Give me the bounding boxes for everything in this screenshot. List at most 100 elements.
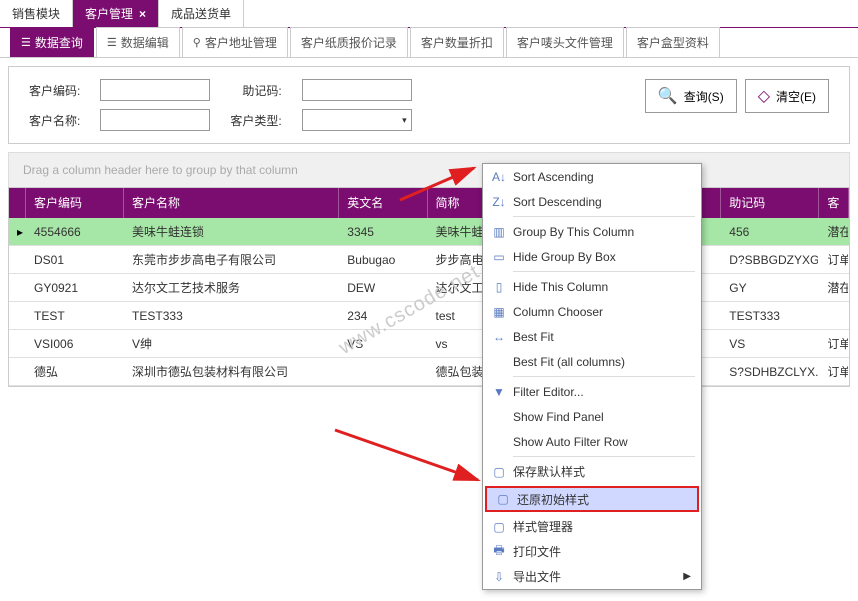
cell-extra: 潜在 xyxy=(819,219,849,244)
cell-en xyxy=(339,368,427,376)
clear-button[interactable]: ◇清空(E) xyxy=(745,79,829,113)
menu-find-panel[interactable]: Show Find Panel xyxy=(483,404,701,429)
row-indicator xyxy=(9,256,26,264)
col-chooser-icon: ▦ xyxy=(489,305,509,319)
cell-short: 德弘包装 xyxy=(428,359,487,384)
table-row[interactable]: GY0921达尔文工艺技术服务DEW达尔文工GY潜在 xyxy=(9,274,849,302)
col-customer-name[interactable]: 客户名称 xyxy=(124,188,339,218)
data-grid: 客户编码 客户名称 英文名 简称 所属营业员 助记码 客 ▸4554666美味牛… xyxy=(8,187,850,387)
cell-short: vs xyxy=(428,333,487,355)
customer-name-label: 客户名称: xyxy=(29,112,80,129)
menu-save-default[interactable]: ▢保存默认样式 xyxy=(483,459,701,484)
cell-extra: 订单 xyxy=(819,247,849,272)
menu-best-fit-all[interactable]: Best Fit (all columns) xyxy=(483,349,701,374)
menu-hide-group[interactable]: ▭Hide Group By Box xyxy=(483,244,701,269)
filter-panel: 客户编码: 助记码: 客户名称: 客户类型: 🔍查询(S) ◇清空(E) xyxy=(8,66,850,144)
mnemonic-input[interactable] xyxy=(302,79,412,101)
grid-body: ▸4554666美味牛蛙连锁3345美味牛蛙456潜在DS01东莞市步步高电子有… xyxy=(9,218,849,386)
row-indicator xyxy=(9,340,26,348)
cell-name: TEST333 xyxy=(124,305,339,327)
row-indicator xyxy=(9,312,26,320)
tab-mark-file[interactable]: 客户唛头文件管理 xyxy=(506,27,624,57)
cell-mnemonic: 456 xyxy=(721,221,819,243)
cell-name: 东莞市步步高电子有限公司 xyxy=(124,247,339,272)
menu-restore-default[interactable]: ▢还原初始样式 xyxy=(485,486,699,512)
top-tab-customer[interactable]: 客户管理× xyxy=(73,0,159,27)
menu-sort-asc[interactable]: A↓Sort Ascending xyxy=(483,164,701,189)
tab-paper-quote[interactable]: 客户纸质报价记录 xyxy=(290,27,408,57)
row-indicator: ▸ xyxy=(9,221,26,243)
cell-code: GY0921 xyxy=(26,277,124,299)
menu-export[interactable]: ⇩导出文件▶ xyxy=(483,564,701,589)
tab-data-edit[interactable]: ☰数据编辑 xyxy=(96,27,180,57)
customer-name-input[interactable] xyxy=(100,109,210,131)
row-indicator xyxy=(9,368,26,376)
grid-header: 客户编码 客户名称 英文名 简称 所属营业员 助记码 客 xyxy=(9,188,849,218)
restore-layout-icon: ▢ xyxy=(493,492,513,506)
print-icon: 🖶 xyxy=(489,541,509,562)
menu-col-chooser[interactable]: ▦Column Chooser xyxy=(483,299,701,324)
customer-type-label: 客户类型: xyxy=(230,112,281,129)
group-icon: ▥ xyxy=(489,225,509,239)
tab-box-type[interactable]: 客户盒型资料 xyxy=(626,27,720,57)
eraser-icon: ◇ xyxy=(758,86,770,106)
col-mnemonic[interactable]: 助记码 xyxy=(721,188,819,218)
menu-best-fit[interactable]: ↔Best Fit xyxy=(483,324,701,349)
menu-style-mgr[interactable]: ▢样式管理器 xyxy=(483,514,701,539)
cell-code: VSI006 xyxy=(26,333,124,355)
top-tab-bar: 销售模块 客户管理× 成品送货单 xyxy=(0,0,858,28)
cell-mnemonic: GY xyxy=(721,277,819,299)
col-english-name[interactable]: 英文名 xyxy=(339,188,427,218)
cell-en: 234 xyxy=(339,305,427,327)
col-extra[interactable]: 客 xyxy=(819,188,849,218)
col-customer-code[interactable]: 客户编码 xyxy=(26,188,124,218)
hide-group-icon: ▭ xyxy=(489,250,509,264)
menu-group-by[interactable]: ▥Group By This Column xyxy=(483,219,701,244)
menu-auto-filter[interactable]: Show Auto Filter Row xyxy=(483,429,701,454)
style-mgr-icon: ▢ xyxy=(489,520,509,534)
sort-asc-icon: A↓ xyxy=(489,170,509,184)
column-context-menu: A↓Sort Ascending Z↓Sort Descending ▥Grou… xyxy=(482,163,702,590)
menu-sort-desc[interactable]: Z↓Sort Descending xyxy=(483,189,701,214)
table-row[interactable]: ▸4554666美味牛蛙连锁3345美味牛蛙456潜在 xyxy=(9,218,849,246)
top-tab-sales[interactable]: 销售模块 xyxy=(0,0,73,27)
tab-address[interactable]: ⚲客户地址管理 xyxy=(182,27,288,57)
query-button[interactable]: 🔍查询(S) xyxy=(645,79,737,113)
cell-mnemonic: VS xyxy=(721,333,819,355)
save-layout-icon: ▢ xyxy=(489,465,509,479)
cell-name: 深圳市德弘包装材料有限公司 xyxy=(124,359,339,384)
cell-en: DEW xyxy=(339,277,427,299)
customer-code-input[interactable] xyxy=(100,79,210,101)
row-indicator xyxy=(9,284,26,292)
pin-icon: ⚲ xyxy=(193,36,201,49)
table-row[interactable]: TESTTEST333234testTEST333 xyxy=(9,302,849,330)
close-icon[interactable]: × xyxy=(139,7,146,21)
tab-qty-discount[interactable]: 客户数量折扣 xyxy=(410,27,504,57)
cell-en: 3345 xyxy=(339,221,427,243)
cell-extra: 订单 xyxy=(819,359,849,384)
col-short-name[interactable]: 简称 xyxy=(428,188,487,218)
cell-short: 美味牛蛙 xyxy=(428,219,487,244)
inner-tab-bar: ☰数据查询 ☰数据编辑 ⚲客户地址管理 客户纸质报价记录 客户数量折扣 客户唛头… xyxy=(0,28,858,58)
table-row[interactable]: 德弘深圳市德弘包装材料有限公司德弘包装S?SDHBZCLYX...订单 xyxy=(9,358,849,386)
cell-name: 达尔文工艺技术服务 xyxy=(124,275,339,300)
cell-mnemonic: D?SBBGDZYXGS xyxy=(721,249,819,271)
cell-code: DS01 xyxy=(26,249,124,271)
menu-hide-col[interactable]: ▯Hide This Column xyxy=(483,274,701,299)
menu-filter-editor[interactable]: ▼Filter Editor... xyxy=(483,379,701,404)
top-tab-delivery[interactable]: 成品送货单 xyxy=(159,0,244,27)
table-row[interactable]: DS01东莞市步步高电子有限公司Bubugao步步高电D?SBBGDZYXGS订… xyxy=(9,246,849,274)
cell-short: test xyxy=(428,305,487,327)
cell-code: TEST xyxy=(26,305,124,327)
cell-short: 达尔文工 xyxy=(428,275,487,300)
cell-en: Bubugao xyxy=(339,249,427,271)
filter-icon: ▼ xyxy=(489,385,509,399)
mnemonic-label: 助记码: xyxy=(230,82,281,99)
customer-type-select[interactable] xyxy=(302,109,412,131)
table-row[interactable]: VSI006V绅VSvsVS订单 xyxy=(9,330,849,358)
menu-print[interactable]: 🖶打印文件 xyxy=(483,539,701,564)
tab-data-query[interactable]: ☰数据查询 xyxy=(10,27,94,57)
export-icon: ⇩ xyxy=(489,570,509,584)
group-by-bar[interactable]: Drag a column header here to group by th… xyxy=(8,152,850,187)
cell-code: 德弘 xyxy=(26,359,124,384)
